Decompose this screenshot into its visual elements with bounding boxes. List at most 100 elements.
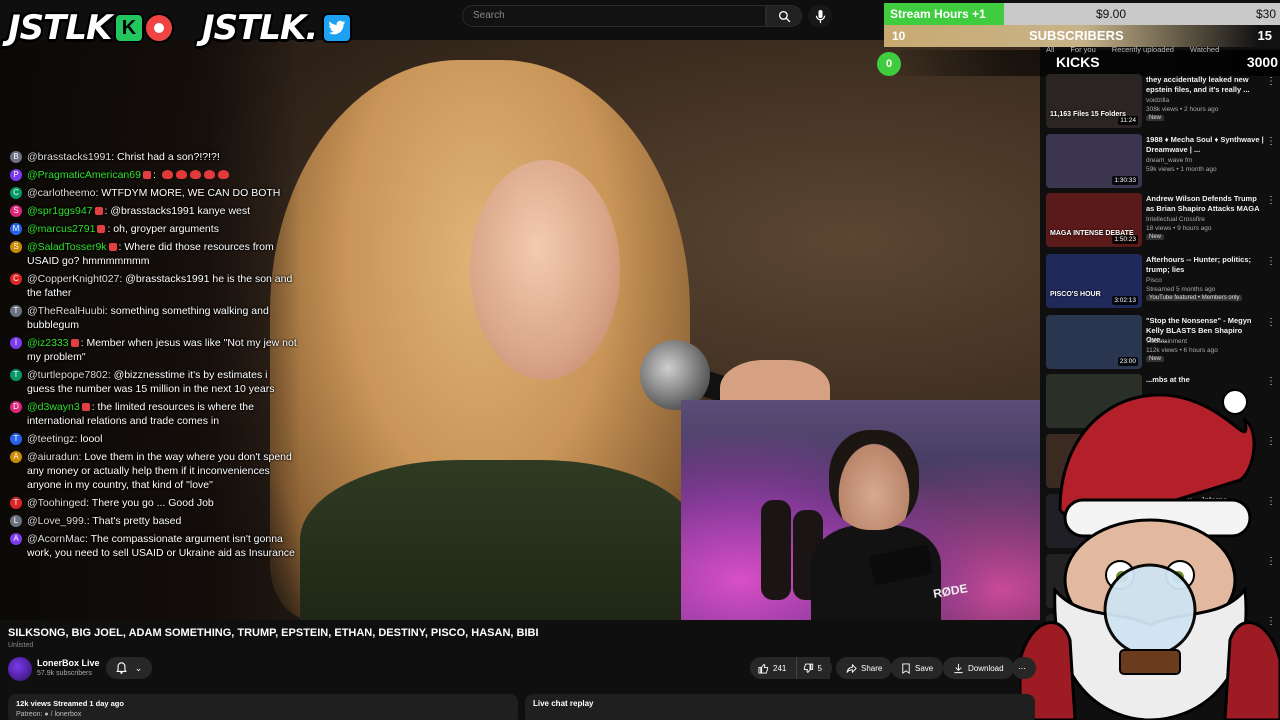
more-vertical-icon[interactable]: ⋮ [1266,76,1276,87]
recommended-video[interactable]: MAGA INTENSE DEBATE 1:50:23 Andrew Wilson … [1046,193,1280,249]
chat-overlay: B @brasstacks1991: Christ had a son?!?!?!… [8,150,298,564]
description-box[interactable]: 12k views Streamed 1 day ago Patreon: ● … [8,694,518,720]
video-title[interactable]: Afterhours -- Hunter; politics; trump; l… [1146,255,1264,274]
chat-text: @brasstacks1991 kanye west [110,205,251,217]
video-title[interactable]: 1988 ♦ Mecha Soul ♦ Synthwave | Dreamwav… [1146,135,1264,154]
chat-avatar: D [10,401,22,413]
video-badge: YouTube featured • Members only [1146,295,1243,301]
chat-username[interactable]: @CopperKnight027 [27,273,119,285]
channel-subscriber-count: 57.9k subscribers [37,670,92,677]
chat-message: S @SaladTosser9k: Where did those resourc… [8,240,298,268]
sidebar-tab[interactable]: Recently uploaded [1112,45,1174,54]
logo-jstlk-twitter: JSTLK. [202,8,318,48]
thumbs-down-icon [803,663,814,673]
chat-username[interactable]: @aiuradun [27,451,79,463]
search-button[interactable] [766,5,802,27]
chat-username[interactable]: @teetingz [27,433,74,445]
chat-message: C @carlotheemo: WTFDYM MORE, WE CAN DO BO… [8,186,298,200]
chat-message: M @marcus2791: oh, groyper arguments [8,222,298,236]
thumbnail-text: PISCO'S HOUR [1050,291,1101,298]
chat-avatar: T [10,369,22,381]
boxing-glove-emoji-icon [189,170,201,179]
stream-hours-label: Stream Hours +1 [884,3,1004,25]
more-actions-button[interactable]: ⋯ [1012,657,1036,679]
search-input[interactable]: Search [462,5,766,27]
chat-avatar: P [10,169,22,181]
chat-message: L @Love_999.: That's pretty based [8,514,298,528]
video-channel[interactable]: Valuetainment [1146,337,1270,346]
chat-username[interactable]: @brasstacks1991 [27,151,111,163]
more-vertical-icon[interactable]: ⋮ [1266,256,1276,267]
video-channel[interactable]: Intellectual Crossfire [1146,215,1270,224]
recommended-video[interactable]: 11,163 Files 15 Folders 11:24 they acciden… [1046,74,1280,130]
live-chat-replay-panel[interactable]: Live chat replay [525,694,1035,720]
video-thumbnail[interactable]: MAGA INTENSE DEBATE 1:50:23 [1046,193,1142,247]
search-icon [778,10,790,22]
video-thumbnail[interactable]: 1:30:33 [1046,134,1142,188]
chat-username[interactable]: @d3wayn3 [27,401,80,413]
dislike-button[interactable]: 5 [796,657,832,679]
more-vertical-icon[interactable]: ⋮ [1266,136,1276,147]
chat-username[interactable]: @spr1ggs947 [27,205,93,217]
chat-username[interactable]: @AcornMac [27,533,85,545]
more-horizontal-icon: ⋯ [1018,663,1026,673]
chat-username[interactable]: @TheRealHuubi [27,305,105,317]
video-title[interactable]: they accidentally leaked new epstein fil… [1146,75,1264,94]
chat-username[interactable]: @marcus2791 [27,223,95,235]
video-badge: New [1146,234,1165,240]
donation-goal-amount: $30 [1255,7,1276,21]
share-button[interactable]: Share [836,657,893,679]
member-badge-icon [70,339,79,347]
chat-separator: : [152,169,159,181]
chat-username[interactable]: @carlotheemo [27,187,95,199]
more-vertical-icon[interactable]: ⋮ [1266,317,1276,328]
chat-avatar: C [10,273,22,285]
chat-username[interactable]: @SaladTosser9k [27,241,107,253]
channel-name[interactable]: LonerBox Live [37,658,100,668]
donation-current: $9.00 [1096,7,1127,21]
video-title[interactable]: Andrew Wilson Defends Trump as Brian Sha… [1146,194,1264,213]
logo-jstlk: JSTLK [8,8,112,48]
twitter-bird-icon [322,13,352,43]
video-channel[interactable]: dream_wave fm [1146,156,1270,165]
more-vertical-icon[interactable]: ⋮ [1266,195,1276,206]
boxing-glove-emoji-icon [203,170,215,179]
video-meta: 112k views • 6 hours ago [1146,347,1218,354]
save-button[interactable]: Save [891,657,944,679]
chat-avatar: A [10,451,22,463]
download-icon [954,663,963,673]
video-duration: 1:30:33 [1112,176,1138,185]
chat-username[interactable]: @turtlepope7802 [27,369,108,381]
sidebar-tab[interactable]: For you [1070,45,1095,54]
visibility-badge: Unlisted [8,642,34,649]
recommended-video[interactable]: PISCO'S HOUR 3:02:13 Afterhours -- Hunter;… [1046,254,1280,310]
chat-text: Christ had a son?!?!?! [117,151,220,163]
subscriber-goal-bar: 10 SUBSCRIBERS 15 [884,25,1280,47]
sidebar-tab[interactable]: All [1046,45,1054,54]
chevron-down-icon: ⌄ [134,662,143,673]
subs-current: 10 [892,29,906,43]
chat-username[interactable]: @PragmaticAmerican69 [27,169,141,181]
recommended-video[interactable]: 1:30:33 1988 ♦ Mecha Soul ♦ Synthwave | D… [1046,134,1280,190]
sidebar-tab[interactable]: Watched [1190,45,1219,54]
video-badge: New [1146,115,1165,121]
channel-avatar[interactable] [8,657,32,681]
chat-username[interactable]: @Toohinged [27,497,86,509]
video-thumbnail[interactable]: PISCO'S HOUR 3:02:13 [1046,254,1142,308]
video-meta: Streamed 5 months ago [1146,286,1216,293]
chat-avatar: T [10,305,22,317]
video-channel[interactable]: Pisco [1146,276,1270,285]
chat-username[interactable]: @iz2333 [27,337,69,349]
chat-avatar: S [10,241,22,253]
webcam-overlay: RØDE [681,400,1040,620]
download-button[interactable]: Download [943,657,1014,679]
streamer-head [829,430,919,530]
member-badge-icon [142,171,151,179]
voice-search-button[interactable] [808,5,832,27]
video-duration: 1:50:23 [1112,235,1138,244]
video-channel[interactable]: voidzilla [1146,96,1270,105]
chat-username[interactable]: @Love_999. [27,515,87,527]
video-thumbnail[interactable]: 11,163 Files 15 Folders 11:24 [1046,74,1142,128]
notification-bell-button[interactable]: ⌄ [106,657,152,679]
chat-message: B @brasstacks1991: Christ had a son?!?!?! [8,150,298,164]
